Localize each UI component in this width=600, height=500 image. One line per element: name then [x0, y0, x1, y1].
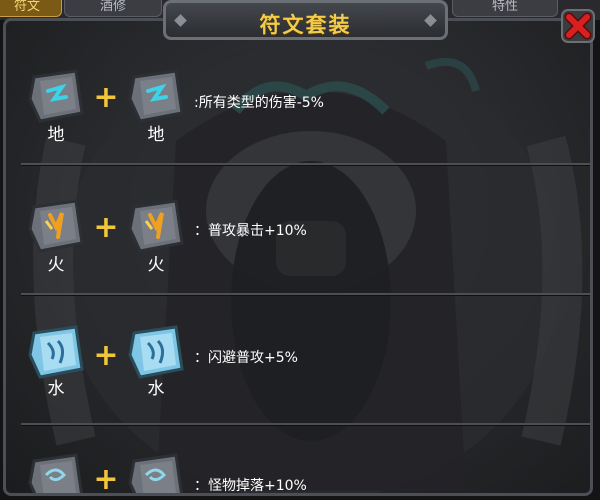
plus-sign: +	[93, 210, 119, 245]
rune-set-panel: + 地 地 :所有类型的伤害-5% + 火 火 ：普攻暴击+10% + 水 水 …	[3, 18, 593, 496]
set-effect-text: :所有类型的伤害-5%	[194, 95, 324, 111]
rune-fire-left-icon[interactable]	[28, 199, 84, 253]
rune-earth-right-icon[interactable]	[128, 69, 184, 123]
tab-runes[interactable]: 符文	[0, 0, 62, 17]
rune-label: 水	[47, 379, 65, 399]
rune-earth-left-icon[interactable]	[28, 69, 84, 123]
tab-wine[interactable]: 酒修	[64, 0, 162, 17]
rune-label: 火	[147, 255, 165, 275]
plus-sign: +	[93, 338, 119, 373]
rune-fire-right-icon[interactable]	[128, 199, 184, 253]
set-effect-text: ：普攻暴击+10%	[194, 223, 307, 239]
row-divider	[21, 293, 590, 295]
rune-label: 地	[47, 125, 65, 145]
set-effect-text: ：闪避普攻+5%	[194, 350, 298, 366]
rune-water-left-icon[interactable]	[28, 325, 84, 379]
row-divider	[21, 423, 590, 425]
rune-wind-right-icon[interactable]	[128, 453, 184, 493]
rune-label: 水	[147, 379, 165, 399]
plus-sign: +	[93, 462, 119, 496]
plus-sign: +	[93, 80, 119, 115]
rune-water-right-icon[interactable]	[128, 325, 184, 379]
rune-label: 地	[147, 125, 165, 145]
page-title: 符文套装	[259, 13, 352, 37]
rune-wind-left-icon[interactable]	[28, 453, 84, 493]
rune-label: 火	[47, 255, 65, 275]
row-divider	[21, 163, 590, 165]
panel-title-plate: 符文套装	[163, 0, 448, 40]
tab-traits[interactable]: 特性	[452, 0, 558, 17]
close-x-icon	[561, 9, 595, 43]
set-effect-text: ：怪物掉落+10%	[194, 478, 307, 494]
close-button[interactable]	[560, 8, 596, 44]
